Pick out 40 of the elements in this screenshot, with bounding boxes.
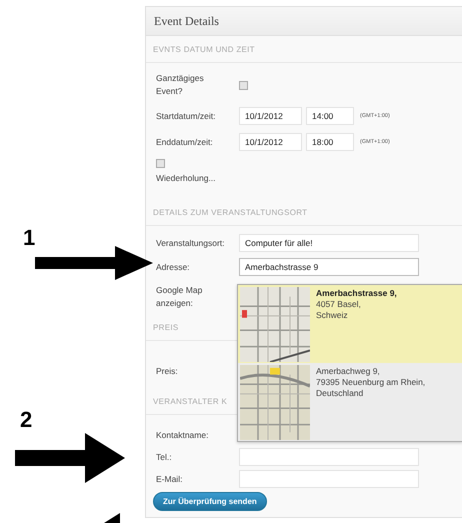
address-line: Amerbachstrasse 9,: [316, 288, 397, 299]
time-field[interactable]: 18:00: [306, 133, 354, 151]
submit-button[interactable]: Zur Überprüfung senden: [153, 492, 267, 511]
text-field[interactable]: Computer für alle!: [239, 234, 419, 252]
arrow-icon: [35, 246, 153, 280]
field-label: Ganztägiges Event?: [156, 72, 205, 98]
checkbox[interactable]: [239, 80, 248, 90]
field-label: Enddatum/zeit:: [156, 137, 214, 147]
field-label: Google Map anzeigen:: [156, 284, 204, 310]
date-field[interactable]: 10/1/2012: [239, 107, 302, 125]
section-heading: EVNTS DATUM UND ZEIT: [153, 44, 255, 54]
annotation-number: 1: [23, 225, 36, 251]
text-field[interactable]: Amerbachstrasse 9: [239, 258, 419, 276]
field-label: Startdatum/zeit:: [156, 111, 217, 121]
address-line: Schweiz: [316, 310, 349, 321]
section-heading: PREIS: [153, 322, 179, 332]
field-label: Wiederholung...: [156, 173, 217, 183]
date-field[interactable]: 10/1/2012: [239, 133, 302, 151]
checkbox[interactable]: [156, 159, 165, 168]
field-label: Kontaktname:: [156, 428, 210, 442]
section-heading: VERANSTALTER K: [153, 396, 228, 406]
field-label: Adresse:: [156, 262, 191, 272]
arrow-icon: [15, 433, 125, 483]
time-field[interactable]: 14:00: [306, 107, 354, 125]
address-line: 79395 Neuenburg am Rhein,: [316, 377, 426, 388]
text-field[interactable]: [239, 448, 419, 466]
address-line: Deutschland: [316, 388, 364, 399]
field-label: Tel.:: [156, 452, 173, 462]
suggestion-item[interactable]: Amerbachweg 9, 79395 Neuenburg am Rhein, Deutschland: [238, 363, 462, 441]
annotation-number: 2: [20, 407, 32, 433]
text-field[interactable]: [239, 470, 419, 488]
panel-title: Event Details: [154, 14, 219, 28]
field-label: Veranstaltungsort:: [156, 238, 226, 248]
arrow-icon: [104, 513, 120, 523]
suggestion-item[interactable]: Amerbachstrasse 9, 4057 Basel, Schweiz: [238, 285, 462, 363]
field-label: E-Mail:: [156, 474, 184, 484]
field-label: Preis:: [156, 364, 179, 378]
address-line: Amerbachweg 9,: [316, 366, 381, 377]
address-line: 4057 Basel,: [316, 299, 362, 310]
section-heading: DETAILS ZUM VERANSTALTUNGSORT: [153, 208, 308, 216]
